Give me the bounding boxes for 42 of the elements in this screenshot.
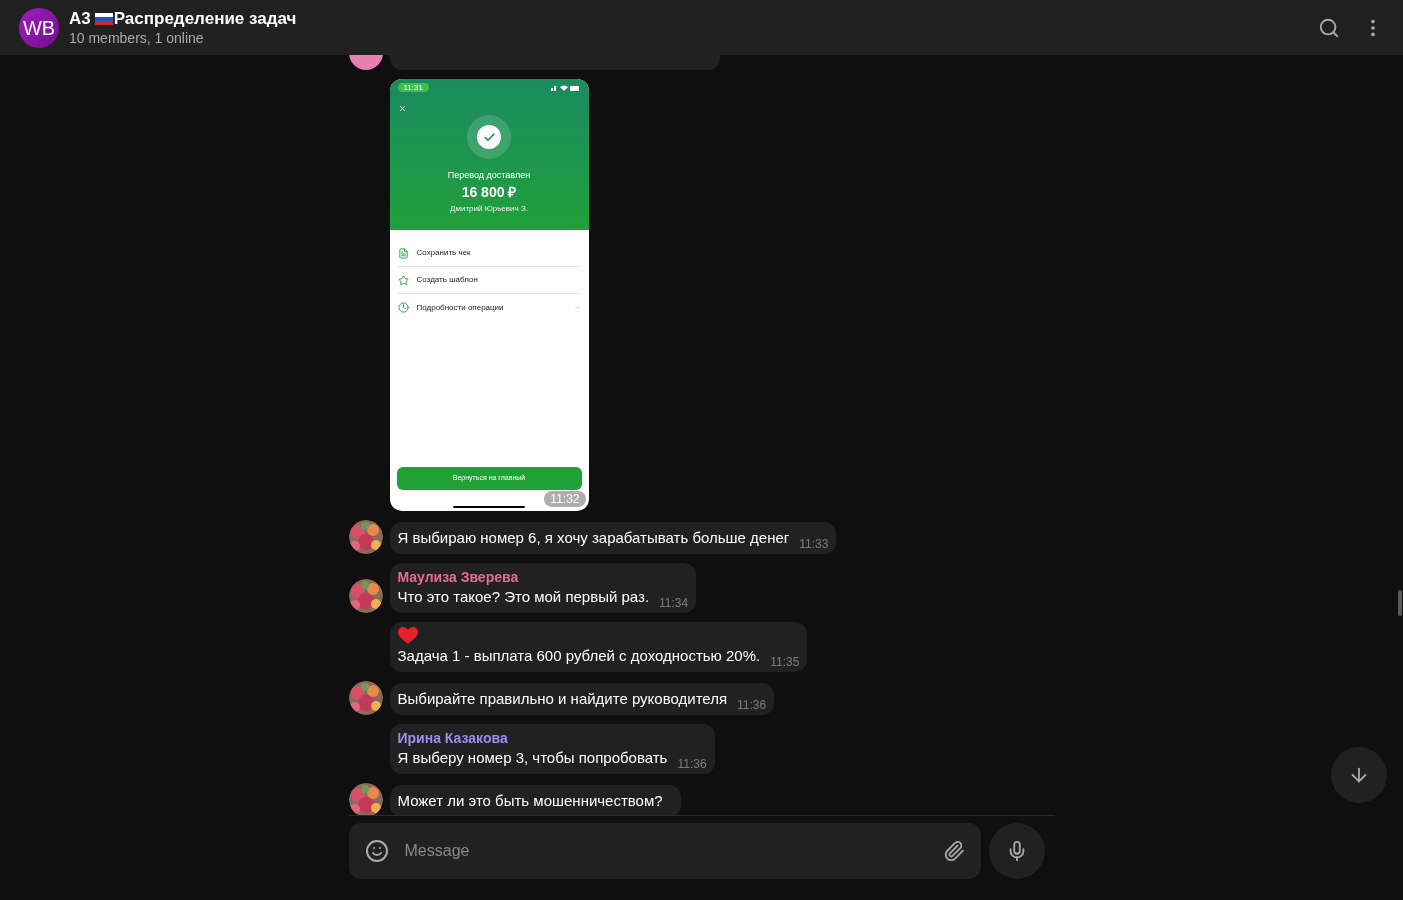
sender-name[interactable]: Ирина Казакова [397,729,707,747]
message-time: 11:35 [770,654,800,670]
check-icon [477,125,501,149]
status-icons [550,83,581,92]
attach-icon[interactable] [942,840,965,862]
recipient: Дмитрий Юрьевич З. [450,202,528,215]
message-text: Задача 1 - выплата 600 рублей с доходностью 20%. [397,646,761,666]
chat-title-prefix: А3 [69,8,91,29]
emoji-icon[interactable] [364,839,389,863]
scrollbar-thumb[interactable] [1398,590,1402,616]
star-icon [397,274,409,286]
receipt-icon [397,247,409,259]
action-label: Создать шаблон [416,274,479,286]
message-text: Может ли это быть мошенничеством? [397,791,663,811]
action-row[interactable]: Сохранить чек [397,240,581,267]
message-time: 11:33 [799,536,829,552]
message-input[interactable]: Message [404,839,943,863]
message-time: 11:36 [677,756,707,772]
action-label: Сохранить чек [416,247,472,259]
action-label: Подробности операции [416,301,505,314]
status-text: Перевод доставлен [447,169,531,182]
search-icon[interactable] [1318,16,1340,39]
action-row[interactable]: Подробности операции [397,294,581,321]
message-text: Что это такое? Это мой первый раз. [397,587,650,607]
chat-subtitle: 10 members, 1 online [69,28,205,47]
message-field[interactable]: Message [348,823,981,879]
clock-icon [397,302,409,313]
message-text: Я выберу номер 3, чтобы попробовать [397,748,668,768]
group-avatar[interactable]: WB [19,7,59,48]
flag-icon [94,12,113,25]
amount: 16 800 ₽ [461,182,517,201]
message-text: Выбирайте правильно и найдите руководителя [397,689,728,709]
message-time: 11:32 [544,491,586,507]
action-row[interactable]: Создать шаблон [397,267,581,294]
message-time: 11:34 [659,595,689,611]
close-icon[interactable] [397,104,407,113]
chevron-icon [573,304,581,311]
message-text: Я выбираю номер 6, я хочу зарабатывать больше денег [397,528,790,548]
message-time: 11:36 [737,697,767,713]
chat-title: Распределение задач [113,8,297,29]
status-time: 11:31 [397,83,429,92]
sender-name[interactable]: Маулиза Зверева [397,568,689,586]
